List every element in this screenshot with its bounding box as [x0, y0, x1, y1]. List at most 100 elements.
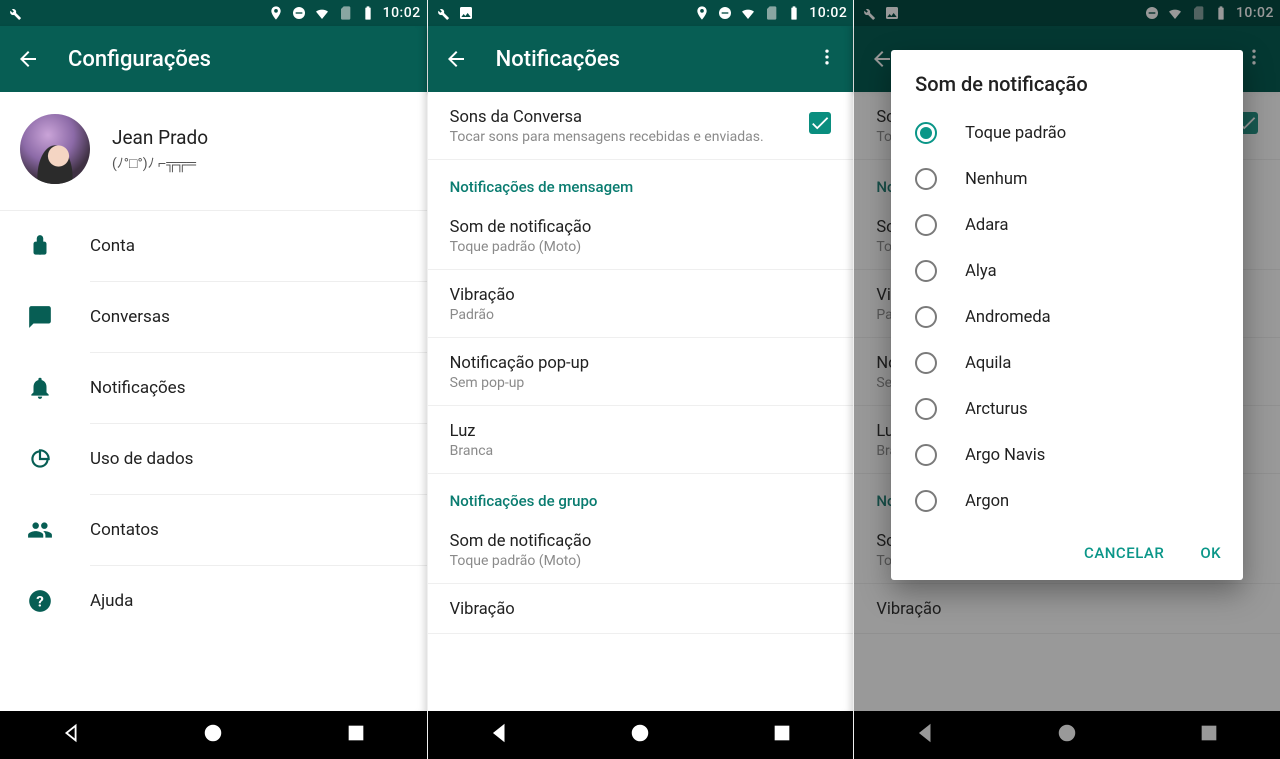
- menu-item-label: Uso de dados: [90, 449, 193, 469]
- avatar: [20, 114, 90, 184]
- radio-label: Alya: [965, 262, 996, 281]
- ajuda-icon: ?: [20, 588, 60, 614]
- location-icon: [694, 5, 710, 21]
- radio-label: Adara: [965, 216, 1008, 235]
- svg-text:?: ?: [36, 592, 44, 610]
- sim-icon: [337, 5, 353, 21]
- radio-option[interactable]: Adara: [891, 202, 1243, 248]
- setting-title: Som de notificação: [450, 532, 832, 551]
- page-title: Notificações: [496, 47, 620, 72]
- setting-row[interactable]: Som de notificação Toque padrão (Moto): [428, 202, 854, 270]
- radio-option[interactable]: Nenhum: [891, 156, 1243, 202]
- radio-icon: [915, 306, 937, 328]
- notificacoes-icon: [20, 375, 60, 401]
- ok-button[interactable]: OK: [1200, 544, 1221, 562]
- profile-name: Jean Prado: [112, 126, 208, 149]
- radio-icon: [915, 398, 937, 420]
- radio-label: Aquila: [965, 354, 1011, 373]
- back-button[interactable]: [16, 47, 40, 71]
- profile-row[interactable]: Jean Prado (ﾉ°□°)ﾉ ⌐╦╦═: [0, 92, 427, 211]
- setting-sub: Tocar sons para mensagens recebidas e en…: [450, 129, 798, 145]
- nav-home-button[interactable]: [629, 722, 651, 748]
- radio-option[interactable]: Argon: [891, 478, 1243, 524]
- radio-option[interactable]: Andromeda: [891, 294, 1243, 340]
- setting-title: Notificação pop-up: [450, 354, 832, 373]
- status-bar: 10:02: [0, 0, 427, 26]
- menu-item-conta[interactable]: Conta: [0, 211, 427, 281]
- dados-icon: [20, 446, 60, 472]
- radio-icon: [915, 490, 937, 512]
- section-header-groups: Notificações de grupo: [428, 474, 854, 516]
- menu-item-notificacoes[interactable]: Notificações: [0, 353, 427, 423]
- sound-picker-dialog: Som de notificação Toque padrãoNenhumAda…: [891, 50, 1243, 580]
- menu-item-ajuda[interactable]: ? Ajuda: [0, 566, 427, 636]
- setting-title: Vibração: [450, 600, 832, 619]
- radio-icon: [915, 352, 937, 374]
- location-icon: [268, 5, 284, 21]
- setting-title: Vibração: [450, 286, 832, 305]
- setting-title: Som de notificação: [450, 218, 832, 237]
- setting-conversation-sounds[interactable]: Sons da Conversa Tocar sons para mensage…: [428, 92, 854, 160]
- menu-item-contatos[interactable]: Contatos: [0, 495, 427, 565]
- setting-row[interactable]: Luz Branca: [428, 406, 854, 474]
- setting-row[interactable]: Notificação pop-up Sem pop-up: [428, 338, 854, 406]
- profile-status: (ﾉ°□°)ﾉ ⌐╦╦═: [112, 153, 208, 173]
- dnd-icon: [717, 5, 733, 21]
- page-title: Configurações: [68, 47, 211, 72]
- settings-content: Jean Prado (ﾉ°□°)ﾉ ⌐╦╦═ Conta ConversasNo…: [0, 92, 427, 711]
- setting-sub: Toque padrão (Moto): [450, 239, 832, 255]
- overflow-menu-button[interactable]: [817, 47, 837, 71]
- radio-option[interactable]: Arcturus: [891, 386, 1243, 432]
- dnd-icon: [291, 5, 307, 21]
- radio-option[interactable]: Argo Navis: [891, 432, 1243, 478]
- status-bar: 10:02: [428, 0, 854, 26]
- radio-option[interactable]: Alya: [891, 248, 1243, 294]
- nav-home-button[interactable]: [202, 722, 224, 748]
- setting-sub: Branca: [450, 443, 832, 459]
- setting-sub: Sem pop-up: [450, 375, 832, 391]
- battery-icon: [786, 5, 802, 21]
- radio-icon: [915, 168, 937, 190]
- back-button[interactable]: [444, 47, 468, 71]
- app-bar: Configurações: [0, 26, 427, 92]
- setting-sub: Toque padrão (Moto): [450, 553, 832, 569]
- section-header-messages: Notificações de mensagem: [428, 160, 854, 202]
- radio-icon: [915, 260, 937, 282]
- radio-label: Andromeda: [965, 308, 1051, 327]
- android-nav-bar: [428, 711, 854, 759]
- setting-row[interactable]: Vibração: [428, 584, 854, 634]
- nav-recent-button[interactable]: [345, 722, 367, 748]
- phone-notifications: 10:02 Notificações Sons da Conversa Toca…: [427, 0, 854, 759]
- setting-row[interactable]: Vibração Padrão: [428, 270, 854, 338]
- menu-item-label: Conta: [90, 236, 135, 256]
- radio-icon: [915, 214, 937, 236]
- radio-option[interactable]: Aquila: [891, 340, 1243, 386]
- cancel-button[interactable]: CANCELAR: [1084, 544, 1164, 562]
- nav-back-button[interactable]: [488, 722, 510, 748]
- setting-title: Luz: [450, 422, 832, 441]
- menu-item-dados[interactable]: Uso de dados: [0, 424, 427, 494]
- setting-sub: Padrão: [450, 307, 832, 323]
- checkbox-checked-icon[interactable]: [809, 112, 831, 134]
- menu-item-label: Ajuda: [90, 591, 133, 611]
- nav-back-button[interactable]: [60, 722, 82, 748]
- conversas-icon: [20, 304, 60, 330]
- phone-sound-dialog: 10:02 So Toc Not SoToc VibPa NoSe LuBra …: [853, 0, 1280, 759]
- setting-title: Sons da Conversa: [450, 108, 798, 127]
- wrench-icon: [434, 5, 450, 21]
- phone-settings: 10:02 Configurações Jean Prado (ﾉ°□°)ﾉ ⌐…: [0, 0, 427, 759]
- nav-recent-button[interactable]: [771, 722, 793, 748]
- radio-icon: [915, 122, 937, 144]
- radio-label: Nenhum: [965, 170, 1027, 189]
- android-nav-bar: [0, 711, 427, 759]
- wrench-icon: [6, 5, 22, 21]
- radio-label: Argo Navis: [965, 446, 1045, 465]
- wifi-icon: [314, 5, 330, 21]
- menu-item-label: Contatos: [90, 520, 159, 540]
- wifi-icon: [740, 5, 756, 21]
- radio-icon: [915, 444, 937, 466]
- menu-item-conversas[interactable]: Conversas: [0, 282, 427, 352]
- radio-option[interactable]: Toque padrão: [891, 110, 1243, 156]
- setting-row[interactable]: Som de notificação Toque padrão (Moto): [428, 516, 854, 584]
- status-clock: 10:02: [383, 5, 421, 21]
